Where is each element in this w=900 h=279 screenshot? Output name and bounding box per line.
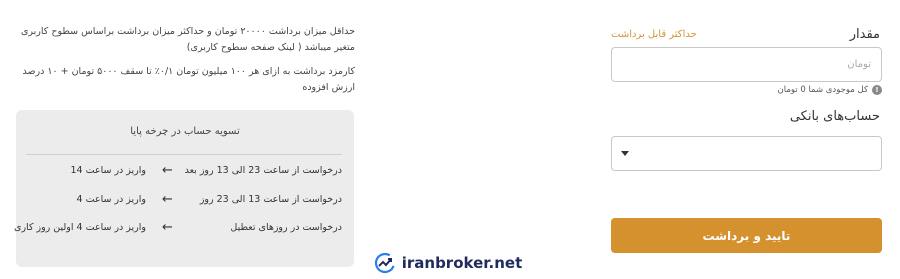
min-max-info-text: حداقل میزان برداشت ۲۰۰۰۰ تومان و حداکثر … [20,26,355,53]
schedule-title: تسویه حساب در چرخه پایا [130,126,240,137]
request-time: درخواست از ساعت 13 الی 23 روز [199,194,342,205]
bank-account-select[interactable] [611,136,882,171]
request-time: درخواست در روزهای تعطیل [230,222,342,233]
amount-input[interactable] [611,47,882,82]
schedule-row: درخواست از ساعت 23 الی 13 روز بعد ← واری… [16,163,354,181]
balance-text: کل موجودی شما 0 تومان [777,85,868,95]
deposit-time: واریز در ساعت 4 [76,194,146,205]
iranbroker-watermark: iranbroker.net [363,247,533,279]
amount-label: مقدار [849,27,880,42]
schedule-row: درخواست از ساعت 13 الی 23 روز ← واریز در… [16,192,354,210]
info-icon: ! [872,85,882,95]
confirm-withdraw-button[interactable]: تایید و برداشت [611,218,882,253]
fee-info-text: کارمزد برداشت به ازای هر ۱۰۰ میلیون توما… [22,66,355,93]
caret-down-icon [621,151,629,156]
paya-schedule-card: تسویه حساب در چرخه پایا درخواست از ساعت … [14,110,354,267]
deposit-time: واریز در ساعت 4 اولین روز کاری [14,222,146,233]
bank-accounts-label: حساب‌های بانکی [789,109,880,124]
arrow-left-icon: ← [162,192,173,207]
arrow-left-icon: ← [162,220,173,235]
request-time: درخواست از ساعت 23 الی 13 روز بعد [184,165,342,176]
arrow-left-icon: ← [162,163,173,178]
trend-chart-logo-icon [374,252,396,274]
max-withdrawable-link[interactable]: حداکثر قابل برداشت [611,29,697,40]
balance-info: ! کل موجودی شما 0 تومان [777,85,882,95]
schedule-row: درخواست در روزهای تعطیل ← واریز در ساعت … [14,220,354,238]
watermark-text: iranbroker.net [401,254,523,272]
divider [26,154,342,155]
deposit-time: واریز در ساعت 14 [70,165,146,176]
